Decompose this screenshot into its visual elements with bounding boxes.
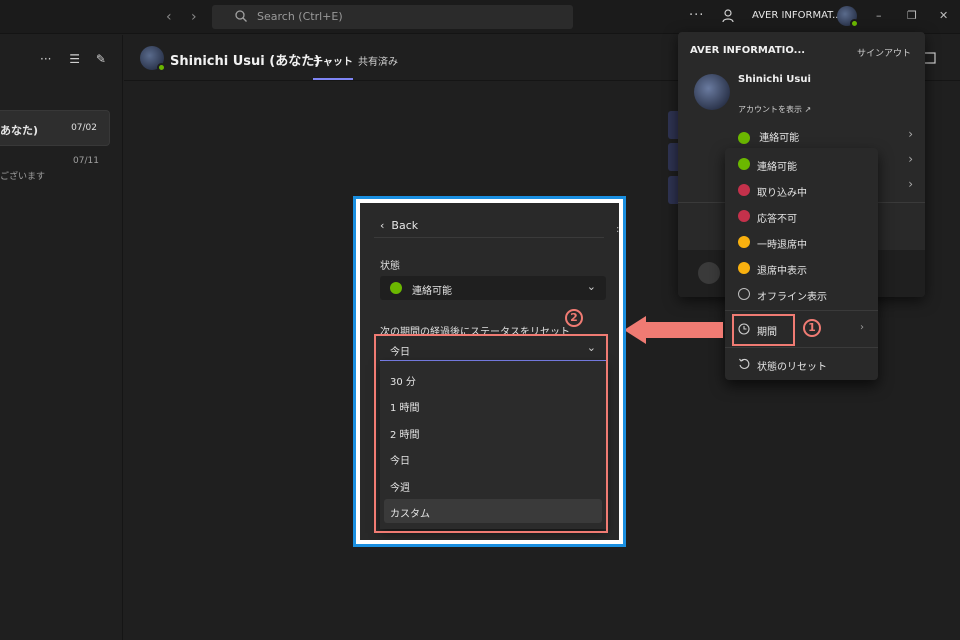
menu-item-available[interactable]: 連絡可能 — [725, 152, 878, 176]
menu-item-label: オフライン表示 — [757, 292, 827, 303]
zoom-callout: ‹ Back : 状態 連絡可能 ⌄ 次の期間の経過後にステータスをリセット 2… — [353, 196, 626, 547]
status-label: 状態 — [380, 261, 400, 272]
signout-link[interactable]: サインアウト — [857, 46, 911, 59]
menu-item-label: 応答不可 — [757, 214, 797, 225]
list-item[interactable]: あなた) 07/02 — [0, 110, 110, 146]
annotation-arrow-head — [624, 316, 646, 344]
reset-icon — [739, 358, 750, 369]
available-icon — [390, 282, 402, 294]
duration-panel: ‹ Back : 状態 連絡可能 ⌄ 次の期間の経過後にステータスをリセット 2… — [360, 203, 619, 540]
menu-item-reset-status[interactable]: 状態のリセット — [725, 352, 878, 376]
user-name: Shinichi Usui — [738, 74, 811, 85]
annotation-arrow — [645, 322, 723, 338]
back-label: Back — [391, 219, 419, 232]
status-value: 連絡可能 — [412, 286, 452, 297]
more-options-icon[interactable]: ··· — [689, 8, 704, 23]
menu-item-label: 連絡可能 — [757, 162, 797, 173]
tab-shared[interactable]: 共有済み — [358, 53, 398, 68]
available-icon — [738, 158, 750, 170]
back-button[interactable]: ‹ Back — [380, 219, 418, 232]
search-placeholder: Search (Ctrl+E) — [257, 10, 343, 23]
org-name[interactable]: AVER INFORMAT... — [752, 10, 842, 21]
menu-item-busy[interactable]: 取り込み中 — [725, 178, 878, 202]
avatar[interactable] — [140, 46, 166, 72]
back-arrow-icon[interactable]: ‹ — [166, 9, 172, 25]
view-account-link[interactable]: アカウントを表示 ↗ — [738, 104, 811, 115]
status-selector[interactable]: 連絡可能 — [738, 129, 799, 144]
step-badge: 2 — [565, 309, 583, 327]
more-options-icon[interactable]: ··· — [40, 52, 51, 66]
forward-arrow-icon[interactable]: › — [191, 9, 197, 25]
menu-item-away[interactable]: 退席中表示 — [725, 256, 878, 280]
do-not-disturb-icon — [738, 210, 750, 222]
filter-icon[interactable]: ☰ — [69, 52, 80, 66]
be-right-back-icon — [738, 236, 750, 248]
menu-item-label: 状態のリセット — [757, 362, 827, 373]
divider — [374, 237, 604, 238]
people-settings-icon[interactable] — [720, 8, 736, 24]
title-bar: ‹ › Search (Ctrl+E) ··· AVER INFORMAT...… — [0, 0, 960, 34]
chat-name: あなた) — [0, 124, 39, 137]
status-label: 連絡可能 — [759, 133, 800, 144]
chat-date: 07/02 — [71, 123, 97, 133]
menu-item-label: 取り込み中 — [757, 188, 807, 199]
external-link-icon: ↗ — [804, 105, 812, 114]
menu-item-label: 退席中表示 — [757, 266, 807, 277]
avatar — [694, 74, 730, 110]
menu-item-label: 一時退席中 — [757, 240, 807, 251]
presence-available-icon — [850, 19, 859, 28]
menu-item-do-not-disturb[interactable]: 応答不可 — [725, 204, 878, 228]
avatar[interactable] — [837, 6, 859, 28]
chevron-right-icon: › — [908, 127, 913, 141]
busy-icon — [738, 184, 750, 196]
close-icon[interactable]: ✕ — [939, 9, 948, 22]
chat-list-toolbar: ··· ☰ ✎ — [40, 52, 106, 66]
highlight-box — [732, 314, 795, 346]
chevron-right-icon: › — [860, 322, 864, 333]
chevron-right-icon: › — [908, 152, 913, 166]
highlight-box — [374, 334, 608, 533]
menu-item-offline[interactable]: オフライン表示 — [725, 282, 878, 306]
restore-icon[interactable]: ❐ — [907, 9, 917, 22]
search-icon — [235, 10, 247, 22]
status-dropdown[interactable]: 連絡可能 ⌄ — [380, 276, 606, 300]
minimize-icon[interactable]: – — [876, 9, 882, 22]
account-org: AVER INFORMATIO... — [690, 45, 806, 56]
clipped-text: : — [616, 224, 619, 235]
divider — [725, 310, 878, 311]
chevron-down-icon: ⌄ — [586, 280, 596, 293]
page-title: Shinichi Usui (あなた) — [170, 54, 321, 69]
chevron-right-icon: › — [908, 177, 913, 191]
add-account-icon[interactable] — [698, 262, 720, 284]
tab-chat[interactable]: チャット — [313, 53, 353, 80]
chevron-left-icon: ‹ — [380, 219, 385, 232]
view-account-label: アカウントを表示 — [738, 105, 802, 114]
chat-preview[interactable]: ございます — [0, 169, 45, 182]
offline-icon — [738, 288, 750, 300]
presence-available-icon — [157, 63, 166, 72]
chat-list: ··· ☰ ✎ あなた) 07/02 07/11 ございます — [0, 35, 123, 640]
compose-icon[interactable]: ✎ — [96, 52, 106, 66]
available-icon — [738, 132, 750, 144]
search-input[interactable]: Search (Ctrl+E) — [212, 5, 573, 29]
chat-date: 07/11 — [73, 156, 99, 166]
step-badge: 1 — [803, 319, 821, 337]
divider — [725, 347, 878, 348]
away-icon — [738, 262, 750, 274]
menu-item-be-right-back[interactable]: 一時退席中 — [725, 230, 878, 254]
